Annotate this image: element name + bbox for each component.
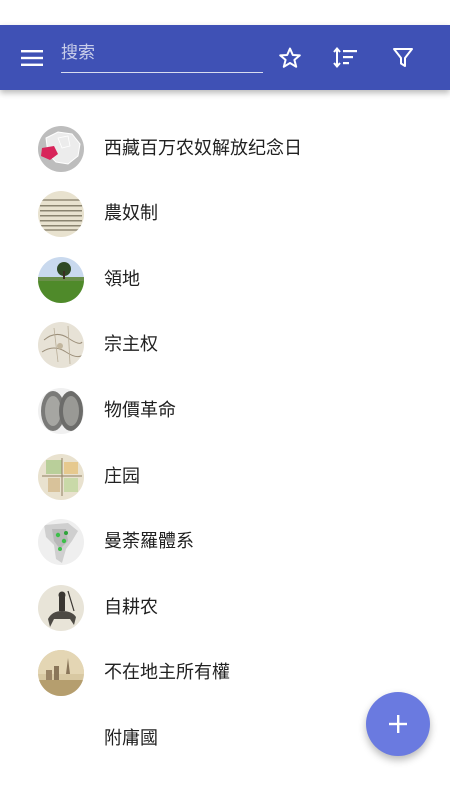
plus-icon xyxy=(389,715,407,733)
list-item-label: 物價革命 xyxy=(104,400,176,421)
search-input[interactable] xyxy=(61,38,261,68)
sort-icon xyxy=(333,46,357,69)
painting-thumbnail xyxy=(38,650,84,696)
list-item-label: 不在地主所有權 xyxy=(104,662,230,683)
list-item[interactable]: 物價革命 xyxy=(0,380,450,442)
status-bar xyxy=(0,0,450,25)
menu-button[interactable] xyxy=(12,39,52,77)
map-thumbnail xyxy=(38,126,84,172)
list-item-label: 附庸國 xyxy=(104,728,158,749)
menu-icon xyxy=(21,50,43,66)
list-item-label: 自耕农 xyxy=(104,597,158,618)
list-item[interactable]: 宗主权 xyxy=(0,314,450,376)
list-item-label: 西藏百万农奴解放纪念日 xyxy=(104,138,302,159)
old-map-thumbnail xyxy=(38,322,84,368)
list-item[interactable]: 庄园 xyxy=(0,446,450,508)
list-item[interactable]: 自耕农 xyxy=(0,577,450,639)
manor-map-thumbnail xyxy=(38,454,84,500)
sort-button[interactable] xyxy=(326,39,366,77)
filter-icon xyxy=(393,48,413,67)
list-item[interactable]: 曼荼羅體系 xyxy=(0,511,450,573)
star-outline-icon xyxy=(279,47,301,68)
list-item-label: 農奴制 xyxy=(104,203,158,224)
list-item-label: 領地 xyxy=(104,269,140,290)
filter-button[interactable] xyxy=(383,39,423,77)
app-bar xyxy=(0,25,450,90)
engraving-thumbnail xyxy=(38,585,84,631)
coins-thumbnail xyxy=(38,388,84,434)
search-field xyxy=(61,38,263,73)
add-button[interactable] xyxy=(366,692,430,756)
document-thumbnail xyxy=(38,191,84,237)
list-item-label: 宗主权 xyxy=(104,334,158,355)
list-item-label: 曼荼羅體系 xyxy=(104,531,194,552)
list-item-label: 庄园 xyxy=(104,466,140,487)
list-item[interactable]: 領地 xyxy=(0,249,450,311)
field-thumbnail xyxy=(38,257,84,303)
favorites-button[interactable] xyxy=(270,39,310,77)
region-map-thumbnail xyxy=(38,519,84,565)
list-item[interactable]: 西藏百万农奴解放纪念日 xyxy=(0,118,450,180)
list-item[interactable]: 農奴制 xyxy=(0,183,450,245)
